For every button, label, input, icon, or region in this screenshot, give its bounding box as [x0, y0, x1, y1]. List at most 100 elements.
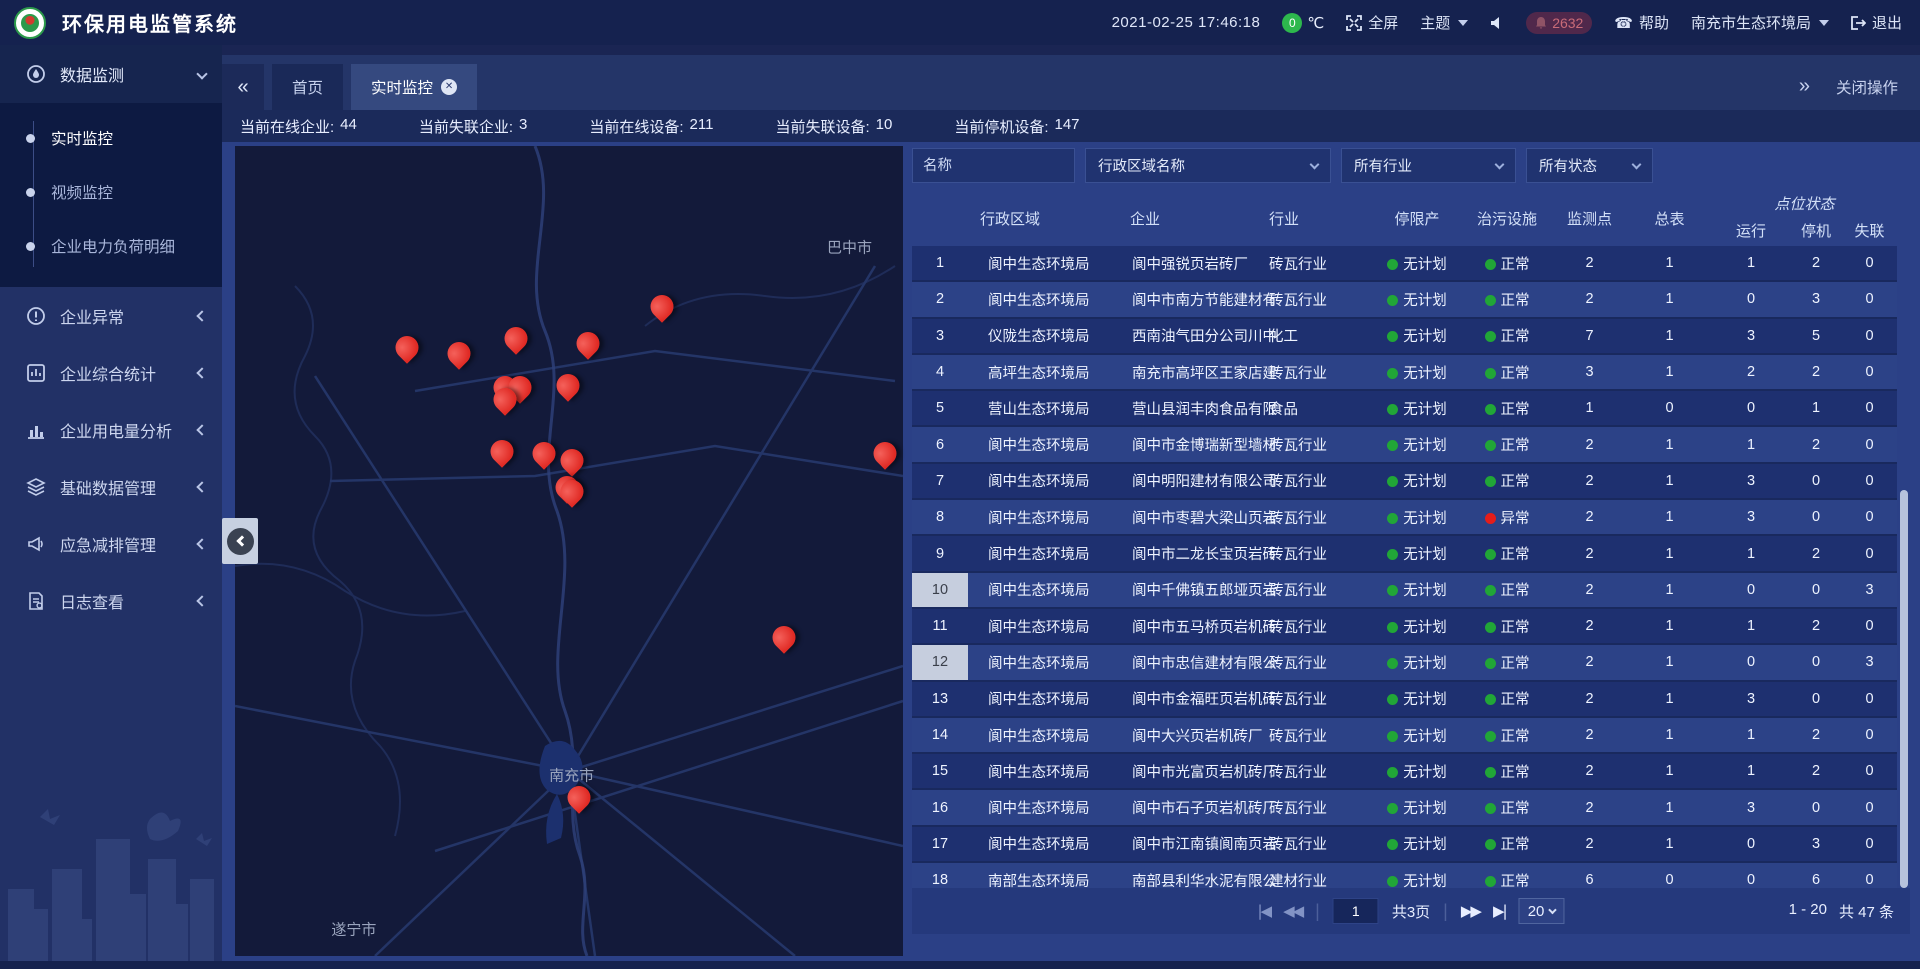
- name-search-input[interactable]: [912, 148, 1075, 183]
- first-page-button[interactable]: |◀: [1257, 902, 1270, 920]
- table-row[interactable]: 9阆中生态环境局阆中市二龙长宝页岩砖砖瓦行业无计划正常21120: [912, 536, 1897, 572]
- table-row[interactable]: 1阆中生态环境局阆中强锐页岩砖厂砖瓦行业无计划正常21120: [912, 246, 1897, 282]
- sidebar-item-power-analysis[interactable]: 企业用电量分析: [0, 401, 222, 458]
- table-row[interactable]: 18南部生态环境局南部县利华水泥有限公建材行业无计划正常60060: [912, 863, 1897, 888]
- table-row[interactable]: 5营山生态环境局营山县润丰肉食品有限食品无计划正常10010: [912, 391, 1897, 427]
- bar-chart-icon: [26, 420, 46, 440]
- sidebar-item-log-view[interactable]: 日志查看: [0, 572, 222, 629]
- cell-lost: 0: [1842, 727, 1897, 743]
- status-dot-icon: [1485, 549, 1496, 560]
- map-panel[interactable]: 巴中市南充市遂宁市: [235, 146, 903, 956]
- sidebar-group-data-monitor[interactable]: 数据监测: [0, 45, 222, 103]
- cell-meter: 1: [1627, 836, 1712, 852]
- close-icon[interactable]: ✕: [441, 79, 457, 95]
- notification-badge[interactable]: 2632: [1526, 12, 1592, 34]
- cell-company: 阆中市五马桥页岩机砖: [1130, 616, 1269, 637]
- table-row[interactable]: 17阆中生态环境局阆中市江南镇阆南页岩砖瓦行业无计划正常21030: [912, 827, 1897, 863]
- temperature: 0 ℃: [1282, 13, 1324, 33]
- cell-meter: 1: [1627, 364, 1712, 380]
- tab-label: 实时监控: [371, 76, 433, 98]
- sidebar-item-label: 企业综合统计: [60, 361, 156, 385]
- cell-meter: 0: [1627, 400, 1712, 416]
- table-row[interactable]: 15阆中生态环境局阆中市光富页岩机砖厂砖瓦行业无计划正常21120: [912, 754, 1897, 790]
- help-button[interactable]: ☎ 帮助: [1614, 12, 1669, 33]
- cell-stop-status: 无计划: [1372, 725, 1462, 746]
- cell-run: 1: [1712, 437, 1790, 453]
- table-row[interactable]: 7阆中生态环境局阆中明阳建材有限公司砖瓦行业无计划正常21300: [912, 464, 1897, 500]
- tab-realtime-monitor[interactable]: 实时监控 ✕: [351, 64, 477, 110]
- sidebar-item-company-abnormal[interactable]: 企业异常: [0, 287, 222, 344]
- cell-lost: 0: [1842, 364, 1897, 380]
- sidebar-item-company-statistics[interactable]: 企业综合统计: [0, 344, 222, 401]
- cell-facility-status: 正常: [1462, 362, 1552, 383]
- table-row[interactable]: 3仪陇生态环境局西南油气田分公司川中化工无计划正常71350: [912, 319, 1897, 355]
- row-number: 6: [912, 427, 968, 461]
- table-scrollbar[interactable]: [1900, 246, 1908, 888]
- cell-facility-status: 正常: [1462, 253, 1552, 274]
- tabs-scroll-right-button[interactable]: »: [1799, 75, 1810, 98]
- region-filter-dropdown[interactable]: 行政区域名称: [1085, 148, 1331, 183]
- status-filter-dropdown[interactable]: 所有状态: [1526, 148, 1653, 183]
- sidebar-item-video-monitor[interactable]: 视频监控: [0, 165, 222, 219]
- table-row[interactable]: 4高坪生态环境局南充市高坪区王家店建砖瓦行业无计划正常31220: [912, 355, 1897, 391]
- fullscreen-button[interactable]: 全屏: [1346, 12, 1398, 33]
- page-size-select[interactable]: 20: [1519, 898, 1565, 924]
- stat-label: 当前失联企业:: [419, 116, 513, 137]
- sound-button[interactable]: [1490, 16, 1504, 30]
- status-dot-icon: [1485, 259, 1496, 270]
- industry-filter-dropdown[interactable]: 所有行业: [1341, 148, 1516, 183]
- table-row[interactable]: 14阆中生态环境局阆中大兴页岩机砖厂砖瓦行业无计划正常21120: [912, 718, 1897, 754]
- status-dot-icon: [1485, 295, 1496, 306]
- bell-icon: [1535, 16, 1547, 29]
- table-row[interactable]: 8阆中生态环境局阆中市枣碧大梁山页岩砖瓦行业无计划异常21300: [912, 500, 1897, 536]
- cell-company: 阆中市金福旺页岩机砖: [1130, 688, 1269, 709]
- org-dropdown[interactable]: 南充市生态环境局: [1691, 12, 1829, 33]
- cell-run: 0: [1712, 836, 1790, 852]
- row-number: 3: [912, 319, 968, 353]
- page-number-input[interactable]: [1333, 898, 1379, 924]
- sidebar-item-emergency-reduction[interactable]: 应急减排管理: [0, 515, 222, 572]
- stat-item: 当前在线设备:211: [589, 116, 713, 137]
- table-row[interactable]: 13阆中生态环境局阆中市金福旺页岩机砖砖瓦行业无计划正常21300: [912, 682, 1897, 718]
- tab-strip: « 首页 实时监控 ✕ » 关闭操作: [222, 45, 1920, 110]
- close-operations-button[interactable]: 关闭操作: [1836, 76, 1898, 98]
- table-row[interactable]: 12阆中生态环境局阆中市忠信建材有限公砖瓦行业无计划正常21003: [912, 645, 1897, 681]
- table-row[interactable]: 10阆中生态环境局阆中千佛镇五郎垭页岩砖瓦行业无计划正常21003: [912, 573, 1897, 609]
- cell-halt: 0: [1790, 800, 1842, 816]
- cell-stop-status: 无计划: [1372, 688, 1462, 709]
- cell-lost: 0: [1842, 618, 1897, 634]
- cell-stop-status: 无计划: [1372, 507, 1462, 528]
- status-dot-icon: [1387, 549, 1398, 560]
- skyline-decoration: [0, 799, 222, 969]
- table-row[interactable]: 2阆中生态环境局阆中市南方节能建材有砖瓦行业无计划正常21030: [912, 282, 1897, 318]
- last-page-button[interactable]: ▶|: [1493, 902, 1506, 920]
- cell-region: 阆中生态环境局: [968, 543, 1130, 564]
- table-row[interactable]: 11阆中生态环境局阆中市五马桥页岩机砖砖瓦行业无计划正常21120: [912, 609, 1897, 645]
- map-collapse-button[interactable]: [222, 518, 258, 564]
- scrollbar-thumb[interactable]: [1900, 490, 1908, 888]
- cell-run: 3: [1712, 691, 1790, 707]
- next-page-button[interactable]: ▶▶: [1461, 902, 1480, 920]
- sidebar-item-realtime-monitor[interactable]: 实时监控: [0, 111, 222, 165]
- chevron-down-icon: [1310, 159, 1320, 169]
- chevron-left-icon: [196, 538, 207, 549]
- table-row[interactable]: 16阆中生态环境局阆中市石子页岩机砖厂砖瓦行业无计划正常21300: [912, 790, 1897, 826]
- sidebar-item-power-load-detail[interactable]: 企业电力负荷明细: [0, 219, 222, 273]
- sidebar-item-base-data[interactable]: 基础数据管理: [0, 458, 222, 515]
- log-file-icon: [26, 591, 46, 611]
- app-root: 环保用电监管系统 2021-02-25 17:46:18 0 ℃ 全屏 主题: [0, 0, 1920, 969]
- table-row[interactable]: 6阆中生态环境局阆中市金博瑞新型墙材砖瓦行业无计划正常21120: [912, 427, 1897, 463]
- theme-dropdown[interactable]: 主题: [1420, 12, 1468, 33]
- bottom-edge: [0, 961, 1920, 969]
- cell-lost: 0: [1842, 872, 1897, 888]
- logout-button[interactable]: 退出: [1851, 12, 1902, 33]
- cell-run: 3: [1712, 800, 1790, 816]
- table-header: 行政区域 企业 行业 停限产 治污设施 监测点 总表 点位状态 运行 停机 失联: [912, 190, 1897, 246]
- prev-page-button[interactable]: ◀◀: [1283, 902, 1302, 920]
- tabs-scroll-left-button[interactable]: «: [222, 64, 264, 110]
- tab-home[interactable]: 首页: [272, 64, 343, 110]
- cell-stop-status: 无计划: [1372, 253, 1462, 274]
- column-header-halt: 停机: [1790, 216, 1842, 241]
- exit-icon: [1851, 16, 1866, 30]
- cell-region: 阆中生态环境局: [968, 725, 1130, 746]
